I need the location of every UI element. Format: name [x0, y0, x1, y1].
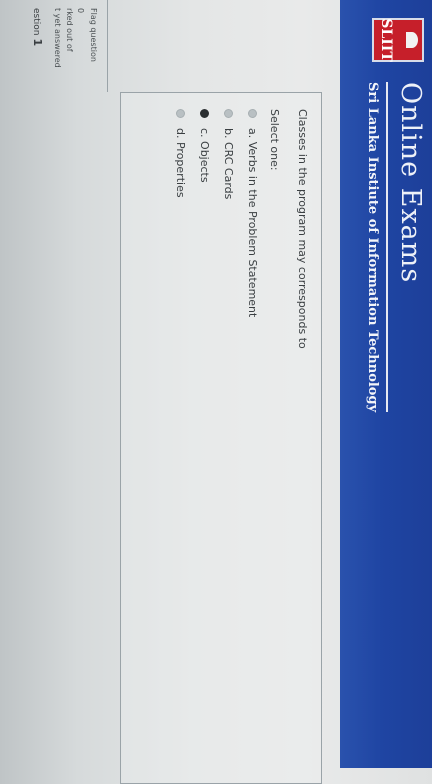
crest-icon: [406, 32, 418, 48]
option-d-label: d. Properties: [174, 128, 187, 198]
option-b-label: b. CRC Cards: [222, 128, 235, 200]
question-marks: 0: [76, 8, 85, 14]
question-heading-label: estion: [31, 8, 41, 36]
header-rule: [386, 82, 388, 412]
option-a-label: a. Verbs in the Problem Statement: [246, 128, 259, 318]
question-heading: estion 1: [31, 8, 44, 46]
option-c[interactable]: c. Objects: [198, 109, 211, 183]
nav-divider: [107, 0, 108, 92]
option-a[interactable]: a. Verbs in the Problem Statement: [246, 109, 259, 317]
question-text: Classes in the program may corresponds t…: [296, 109, 309, 349]
flag-question-link[interactable]: Flag question: [89, 8, 98, 62]
marked-out-of: rked out of: [65, 8, 74, 52]
option-b[interactable]: b. CRC Cards: [222, 109, 235, 199]
site-subtitle: Sri Lanka Instiute of Information Techno…: [365, 82, 380, 413]
radio-d[interactable]: [176, 109, 185, 118]
radio-a[interactable]: [248, 109, 257, 118]
exam-page: SLIIT Online Exams Sri Lanka Instiute of…: [0, 0, 432, 784]
sliit-logo: SLIIT: [372, 18, 424, 62]
select-one-label: Select one:: [268, 109, 281, 171]
site-header: SLIIT Online Exams Sri Lanka Instiute of…: [340, 0, 432, 768]
question-card: Classes in the program may corresponds t…: [120, 92, 322, 784]
radio-b[interactable]: [224, 109, 233, 118]
question-number: 1: [31, 38, 44, 47]
site-title: Online Exams: [395, 82, 426, 284]
question-status: t yet answered: [53, 8, 62, 68]
logo-text: SLIIT: [378, 18, 394, 62]
option-c-label: c. Objects: [198, 128, 211, 183]
option-d[interactable]: d. Properties: [174, 109, 187, 198]
radio-c[interactable]: [200, 109, 209, 118]
